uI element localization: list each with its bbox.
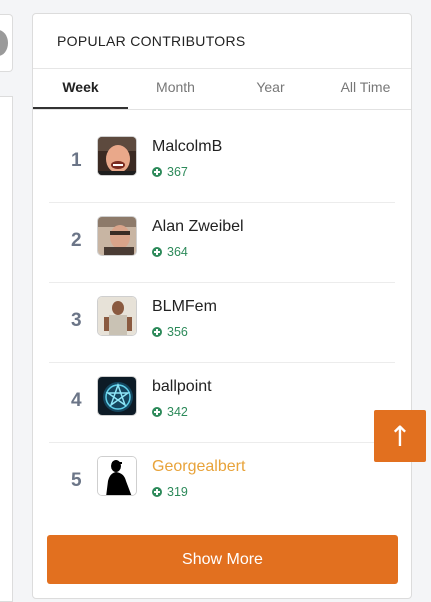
tab-all-time[interactable]: All Time [318, 79, 411, 95]
contributor-name[interactable]: Alan Zweibel [152, 218, 244, 236]
popular-contributors-widget: POPULAR CONTRIBUTORS Week Month Year All… [32, 13, 412, 599]
contributor-row[interactable]: 4 ballpoint 342 [49, 362, 395, 442]
points-value: 367 [167, 165, 188, 179]
points: 342 [152, 405, 188, 419]
avatar[interactable] [97, 216, 137, 256]
contributor-row[interactable]: 5 Georgealbert 319 [49, 442, 395, 522]
contributor-name[interactable]: BLMFem [152, 298, 217, 316]
avatar[interactable] [97, 376, 137, 416]
rank-number: 3 [71, 310, 82, 331]
tab-week[interactable]: Week [33, 79, 128, 95]
points: 367 [152, 165, 188, 179]
contributor-name[interactable]: ballpoint [152, 378, 212, 396]
contributor-name[interactable]: MalcolmB [152, 138, 222, 156]
up-arrow-icon: ↑ [388, 419, 412, 453]
plus-circle-icon [152, 327, 162, 337]
contributor-row[interactable]: 2 Alan Zweibel 364 [49, 202, 395, 282]
active-tab-indicator [33, 107, 128, 109]
points-value: 356 [167, 325, 188, 339]
show-more-button[interactable]: Show More [47, 535, 398, 584]
points: 319 [152, 485, 188, 499]
plus-circle-icon [152, 407, 162, 417]
avatar[interactable] [97, 136, 137, 176]
tab-month[interactable]: Month [128, 79, 223, 95]
plus-circle-icon [152, 487, 162, 497]
scroll-to-top-button[interactable]: ↑ [374, 410, 426, 462]
plus-circle-icon [152, 167, 162, 177]
contributor-name[interactable]: Georgealbert [152, 458, 245, 476]
avatar[interactable] [97, 296, 137, 336]
points: 356 [152, 325, 188, 339]
rank-number: 5 [71, 470, 82, 491]
rank-number: 1 [71, 150, 82, 171]
points-value: 364 [167, 245, 188, 259]
period-tabs: Week Month Year All Time [33, 69, 411, 110]
points-value: 342 [167, 405, 188, 419]
widget-title: POPULAR CONTRIBUTORS [57, 33, 246, 49]
rank-number: 2 [71, 230, 82, 251]
contributor-row[interactable]: 3 BLMFem 356 [49, 282, 395, 362]
plus-circle-icon [152, 247, 162, 257]
contributor-row[interactable]: 1 MalcolmB 367 [49, 122, 395, 202]
avatar[interactable] [97, 456, 137, 496]
adjacent-panel-edge-lower [0, 96, 13, 602]
rank-number: 4 [71, 390, 82, 411]
tab-year[interactable]: Year [223, 79, 318, 95]
points-value: 319 [167, 485, 188, 499]
points: 364 [152, 245, 188, 259]
